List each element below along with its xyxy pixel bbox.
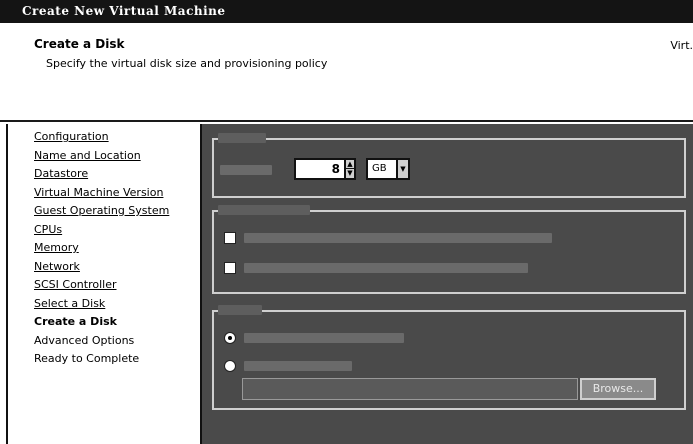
allocate-space-on-demand-label [244,233,552,243]
sidebar-item-select-a-disk[interactable]: Select a Disk [34,295,200,314]
support-clustering-label [244,263,528,273]
wizard-content-panel: 8 ▲ ▼ GB ▼ Browse... [202,124,693,444]
sidebar-item-memory[interactable]: Memory [34,239,200,258]
spin-up-icon[interactable]: ▲ [346,160,354,169]
store-with-vm-radio[interactable] [224,332,236,344]
wizard-header: Create a Disk Specify the virtual disk s… [0,23,693,120]
chevron-down-icon[interactable]: ▼ [396,158,410,180]
sidebar-item-configuration[interactable]: Configuration [34,128,200,147]
spin-down-icon[interactable]: ▼ [346,169,354,178]
browse-button[interactable]: Browse... [580,378,656,400]
sidebar-item-scsi-controller[interactable]: SCSI Controller [34,276,200,295]
page-subtitle: Specify the virtual disk size and provis… [46,57,328,70]
page-title: Create a Disk [34,37,125,51]
wizard-steps-sidebar: Configuration Name and Location Datastor… [6,124,202,444]
location-group-legend [218,305,262,315]
sidebar-item-datastore[interactable]: Datastore [34,165,200,184]
sidebar-item-guest-operating-system[interactable]: Guest Operating System [34,202,200,221]
capacity-group-legend [218,133,266,143]
specify-datastore-label [244,361,352,371]
capacity-group [212,138,686,198]
sidebar-item-create-a-disk: Create a Disk [34,315,117,328]
disk-provisioning-group-legend [218,205,310,215]
window-title: Create New Virtual Machine [22,4,226,18]
specify-datastore-radio[interactable] [224,360,236,372]
disk-provisioning-group [212,210,686,294]
sidebar-item-network[interactable]: Network [34,258,200,277]
disk-size-unit-value: GB [372,163,387,174]
window-title-bar: Create New Virtual Machine [0,0,693,23]
sidebar-item-ready-to-complete: Ready to Complete [34,352,140,365]
header-right-text: Virt. [670,39,693,52]
header-divider [0,120,693,122]
store-with-vm-label [244,333,404,343]
allocate-space-on-demand-checkbox[interactable] [224,232,236,244]
disk-size-label [220,165,272,175]
disk-size-unit-select[interactable]: GB ▼ [366,158,410,180]
disk-size-input[interactable]: 8 [294,158,346,180]
sidebar-item-name-and-location[interactable]: Name and Location [34,147,200,166]
disk-size-spinner[interactable]: ▲ ▼ [344,158,356,180]
sidebar-item-advanced-options: Advanced Options [34,333,135,347]
sidebar-item-cpus[interactable]: CPUs [34,221,200,240]
sidebar-item-virtual-machine-version[interactable]: Virtual Machine Version [34,184,200,203]
datastore-path-input[interactable] [242,378,578,400]
support-clustering-checkbox[interactable] [224,262,236,274]
